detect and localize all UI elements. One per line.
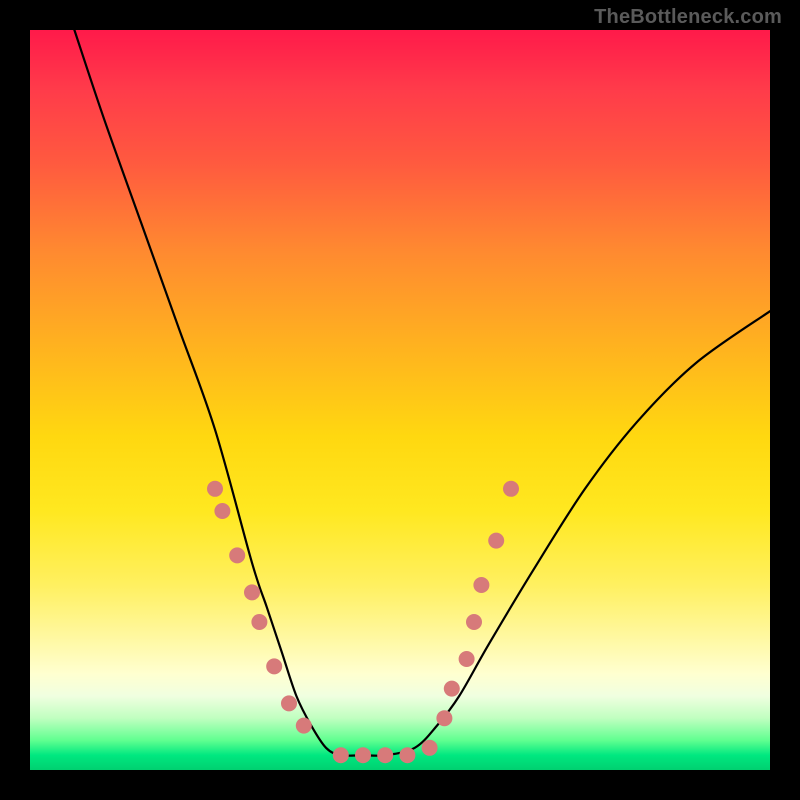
chart-frame: TheBottleneck.com [0,0,800,800]
plot-area [30,30,770,770]
marker-dot [229,547,245,563]
marker-dot [466,614,482,630]
marker-dot [266,658,282,674]
marker-dot [281,695,297,711]
watermark-text: TheBottleneck.com [594,6,782,29]
marker-dot [377,747,393,763]
marker-dot [251,614,267,630]
marker-dot [459,651,475,667]
marker-dot [296,718,312,734]
marker-dot [422,740,438,756]
marker-dot [436,710,452,726]
curve-svg [30,30,770,770]
marker-dot [207,481,223,497]
bottleneck-curve [74,30,770,756]
marker-dot [214,503,230,519]
marker-dot [473,577,489,593]
marker-dot [333,747,349,763]
marker-dot [488,533,504,549]
marker-dot [244,584,260,600]
marker-dot [444,681,460,697]
marker-dot [399,747,415,763]
marker-dot [355,747,371,763]
marker-dot [503,481,519,497]
curve-markers [207,481,519,763]
